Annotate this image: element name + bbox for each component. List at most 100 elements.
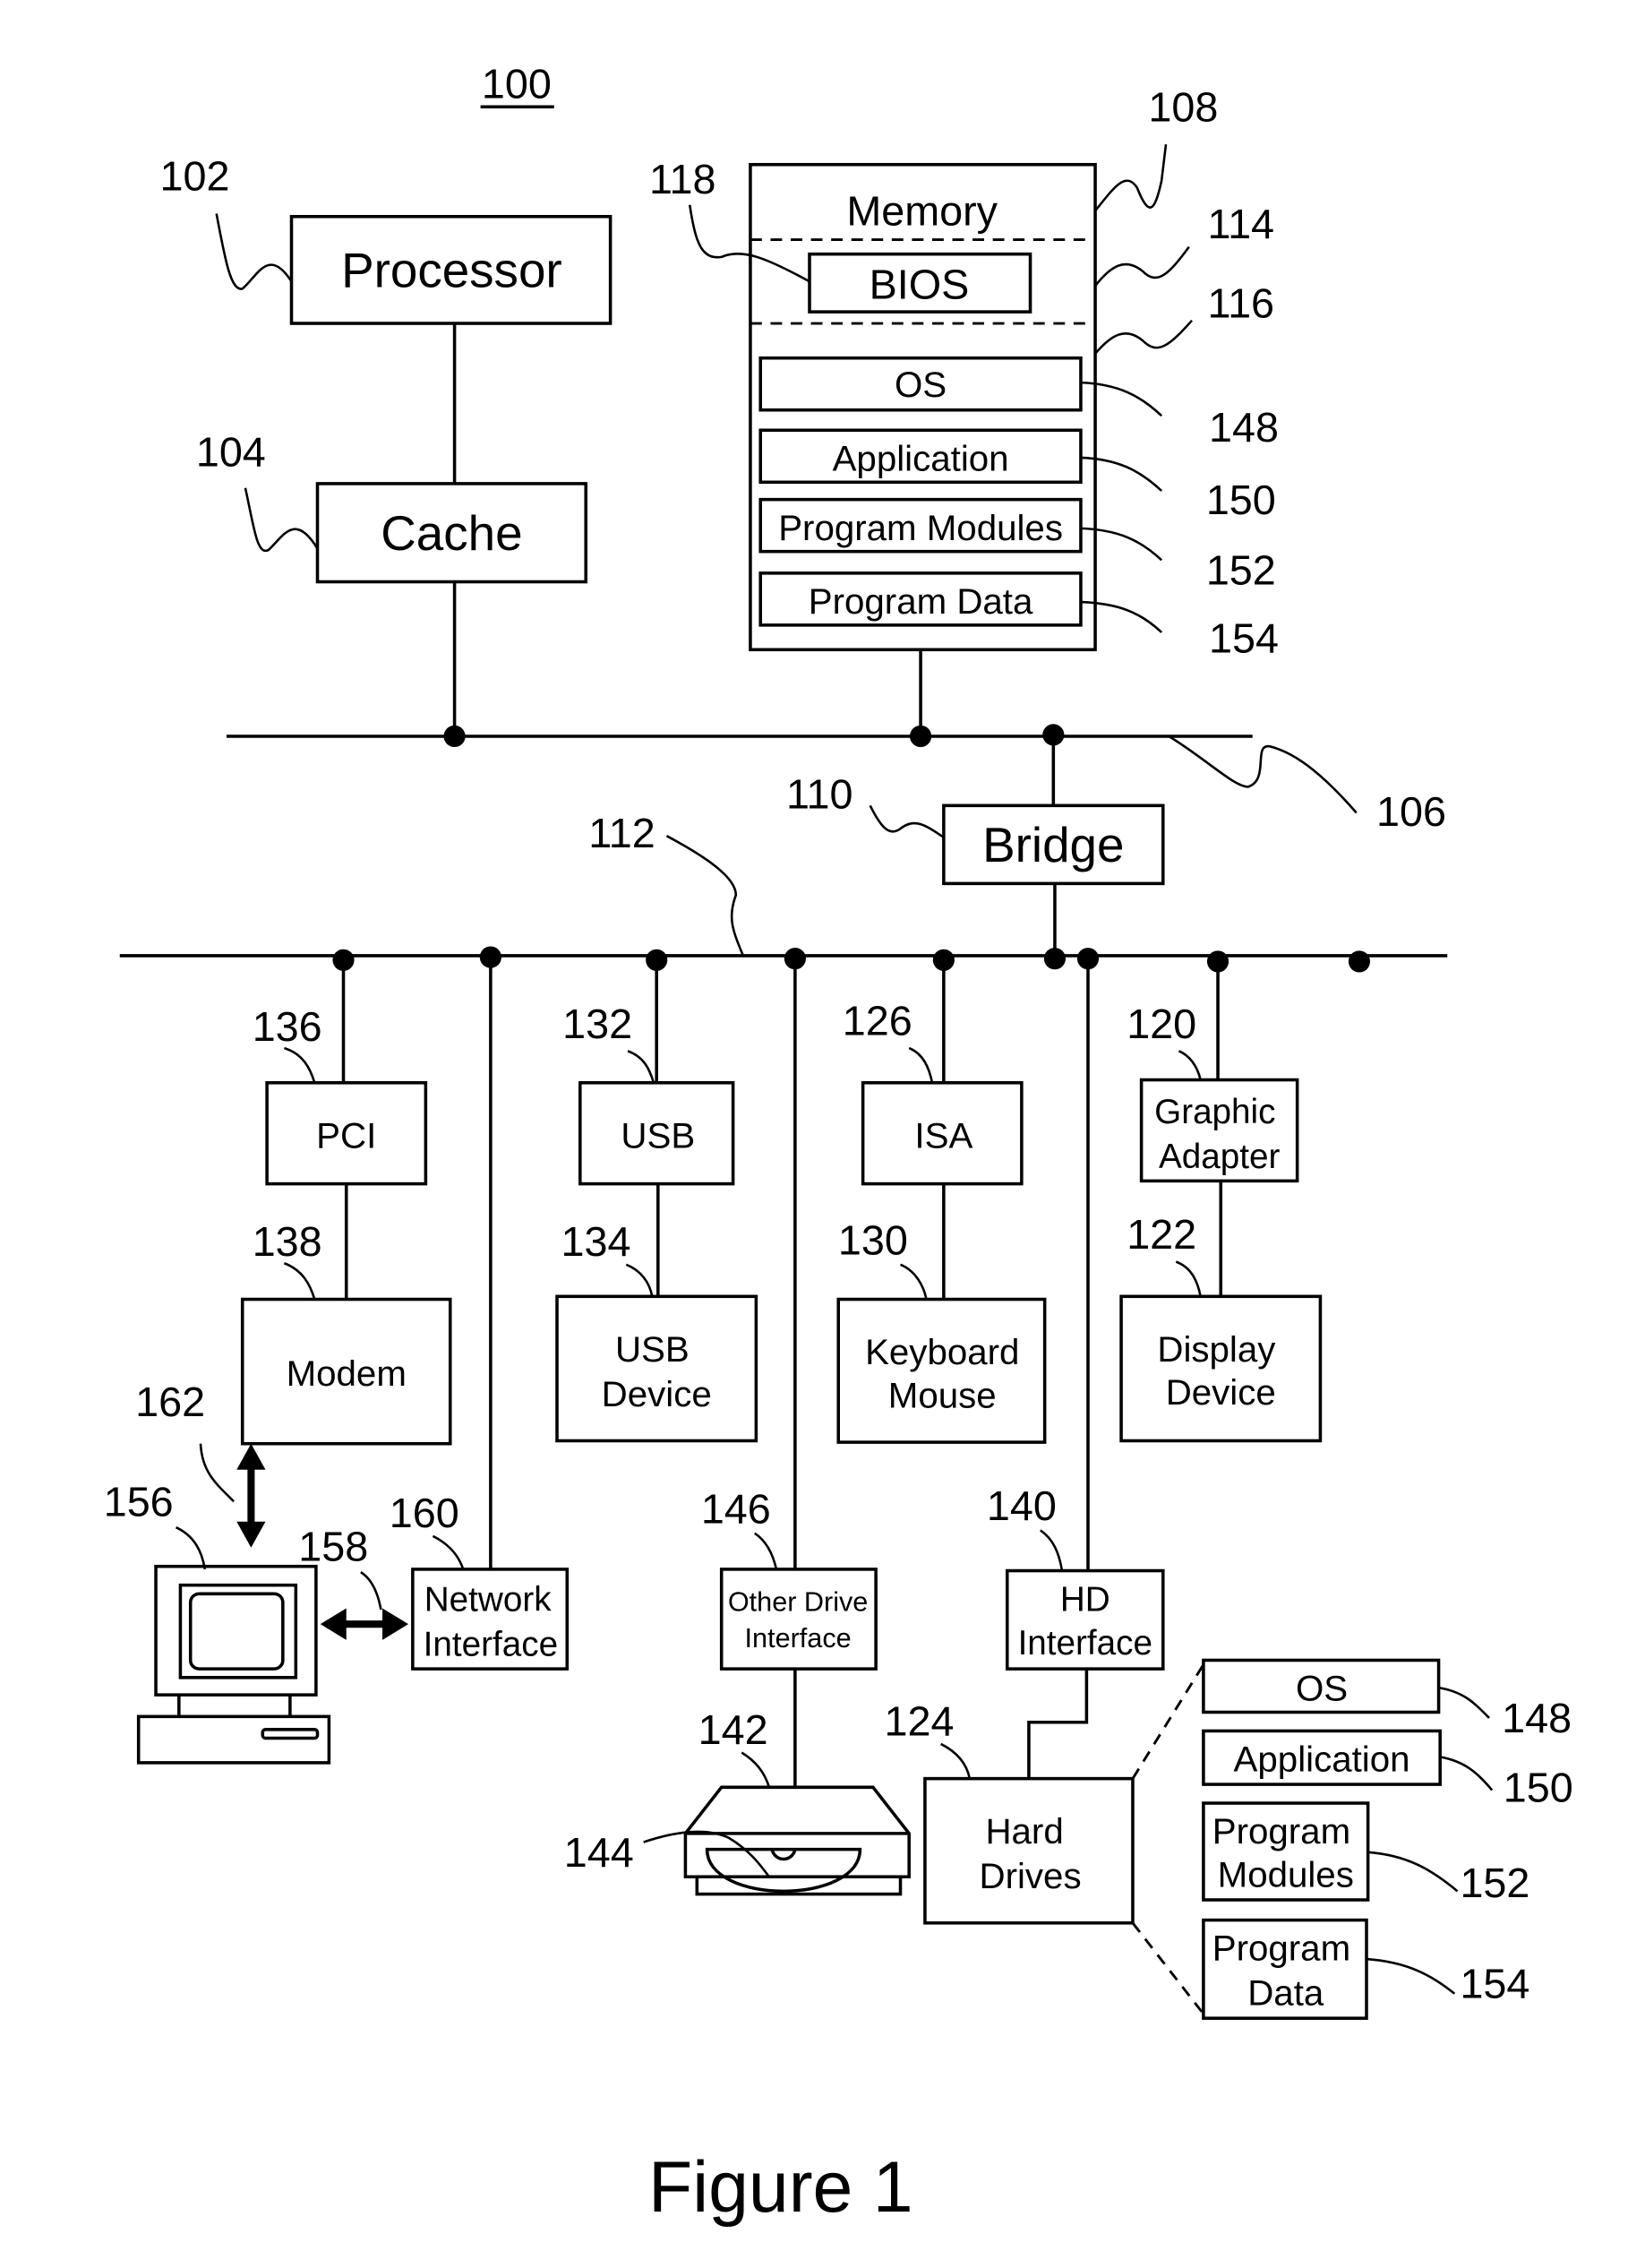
hd-program-modules-ref: 152 bbox=[1460, 1860, 1529, 1906]
memory-leader bbox=[1094, 144, 1168, 212]
other-drive-interface-leader bbox=[754, 1532, 778, 1570]
hd-os-label: OS bbox=[1296, 1669, 1348, 1709]
memory-program-data-ref: 154 bbox=[1209, 614, 1279, 661]
network-interface-ref: 160 bbox=[390, 1490, 459, 1536]
network-interface-label-line2: Interface bbox=[424, 1626, 558, 1664]
cache-leader bbox=[244, 487, 319, 553]
memory-program-data-label: Program Data bbox=[809, 581, 1033, 622]
processor-label: Processor bbox=[341, 243, 562, 298]
remote-computer: 156 bbox=[104, 1478, 331, 1765]
io-bus-node-bridge bbox=[1043, 948, 1067, 970]
network-link-leader bbox=[360, 1571, 382, 1611]
figure-number: 100 bbox=[480, 61, 554, 109]
hd-program-modules-label-line1: Program bbox=[1212, 1811, 1350, 1851]
modem-label: Modem bbox=[287, 1353, 407, 1394]
hard-drives-expand-top bbox=[1131, 1663, 1205, 1780]
display-device-ref: 122 bbox=[1127, 1211, 1196, 1258]
disc-ref: 144 bbox=[564, 1829, 634, 1876]
hard-drives-expand-bottom bbox=[1131, 1921, 1205, 2015]
hd-interface-label-line1: HD bbox=[1060, 1581, 1110, 1619]
hd-item-program-data: Program Data 154 bbox=[1202, 1918, 1529, 2020]
keyboard-mouse-label-line1: Keyboard bbox=[865, 1332, 1019, 1372]
usb-device-label-line1: USB bbox=[615, 1329, 690, 1370]
graphic-adapter-label-line2: Adapter bbox=[1159, 1138, 1281, 1176]
processor-leader bbox=[215, 213, 293, 290]
system-bus-node-cache bbox=[443, 725, 466, 748]
modem-link-leader bbox=[199, 1443, 235, 1503]
drive-ref: 142 bbox=[698, 1706, 768, 1753]
hd-interface-label-line2: Interface bbox=[1018, 1624, 1152, 1662]
processor-ref: 102 bbox=[160, 153, 230, 200]
cache-block: Cache 104 bbox=[196, 429, 588, 584]
other-drive-interface-block: Other Drive Interface 146 bbox=[701, 1485, 878, 1671]
usb-block: USB 132 bbox=[562, 1001, 735, 1186]
isa-block: ISA 126 bbox=[843, 998, 1024, 1186]
figure-caption: Figure 1 bbox=[648, 2147, 913, 2228]
io-bus-leader bbox=[665, 835, 745, 957]
display-device-label-line1: Display bbox=[1157, 1329, 1276, 1370]
other-drive-interface-label-line2: Interface bbox=[745, 1623, 852, 1654]
hd-interface-leader bbox=[1040, 1529, 1064, 1571]
arrow-right-icon bbox=[382, 1608, 409, 1640]
optical-drive: 142 144 bbox=[564, 1706, 911, 1896]
bridge-block: Bridge 110 bbox=[786, 771, 1165, 886]
hd-interface-block: HD Interface 140 bbox=[987, 1482, 1165, 1671]
hd-program-data-ref: 154 bbox=[1460, 1961, 1529, 2007]
display-device-label-line2: Device bbox=[1166, 1372, 1276, 1413]
hd-os-leader bbox=[1438, 1686, 1490, 1719]
hd-application-label: Application bbox=[1234, 1740, 1410, 1780]
keyboard-mouse-leader bbox=[899, 1263, 928, 1300]
bios-label: BIOS bbox=[870, 262, 970, 308]
hard-drives-label-line2: Drives bbox=[980, 1856, 1082, 1896]
keyboard-mouse-block: Keyboard Mouse 130 bbox=[836, 1217, 1047, 1444]
io-bus: 112 bbox=[119, 810, 1448, 973]
pci-block: PCI 136 bbox=[253, 1003, 428, 1186]
graphic-adapter-label-line1: Graphic bbox=[1154, 1093, 1275, 1131]
hd-application-leader bbox=[1439, 1756, 1494, 1791]
usb-ref: 132 bbox=[562, 1001, 632, 1047]
cache-ref: 104 bbox=[196, 429, 266, 476]
arrow-down-icon bbox=[236, 1521, 266, 1548]
bios-ref: 118 bbox=[649, 156, 715, 202]
hard-drives-leader bbox=[940, 1742, 972, 1779]
io-bus-node-spare bbox=[1348, 950, 1371, 973]
hd-item-os: OS 148 bbox=[1202, 1658, 1572, 1741]
isa-leader bbox=[908, 1046, 934, 1084]
pci-ref: 136 bbox=[253, 1003, 322, 1050]
graphic-adapter-ref: 120 bbox=[1127, 1001, 1196, 1047]
computer-screen bbox=[188, 1592, 285, 1671]
graphic-adapter-block: Graphic Adapter 120 bbox=[1127, 1001, 1299, 1183]
cache-label: Cache bbox=[381, 505, 522, 561]
ram-leader bbox=[1094, 319, 1193, 355]
pci-label: PCI bbox=[316, 1115, 376, 1155]
ram-ref: 116 bbox=[1208, 280, 1274, 327]
processor-block: Processor 102 bbox=[160, 153, 613, 325]
pci-leader bbox=[284, 1046, 316, 1084]
hd-item-application: Application 150 bbox=[1202, 1729, 1573, 1810]
rom-ref: 114 bbox=[1208, 201, 1274, 247]
hd-item-program-modules: Program Modules 152 bbox=[1202, 1801, 1529, 1906]
network-interface-block: Network Interface 160 bbox=[390, 1490, 570, 1671]
usb-device-label-line2: Device bbox=[602, 1374, 712, 1414]
keyboard-mouse-label-line2: Mouse bbox=[888, 1375, 997, 1415]
usb-label: USB bbox=[621, 1115, 695, 1155]
hd-program-data-leader bbox=[1366, 1957, 1456, 1995]
hd-program-data-label-line2: Data bbox=[1247, 1973, 1324, 2014]
bridge-label: Bridge bbox=[982, 817, 1124, 872]
memory-program-modules-ref: 152 bbox=[1206, 547, 1276, 594]
remote-computer-leader bbox=[176, 1526, 207, 1570]
other-drive-interface-box bbox=[719, 1568, 878, 1671]
memory-ref: 108 bbox=[1148, 83, 1218, 130]
hd-interface-ref: 140 bbox=[987, 1482, 1057, 1529]
figure-number-label: 100 bbox=[482, 61, 552, 107]
hard-drives-ref: 124 bbox=[884, 1697, 954, 1744]
computer-system-diagram: 100 Processor 102 Cache 104 Memory BIOS … bbox=[104, 61, 1573, 2229]
network-interface-label-line1: Network bbox=[424, 1581, 552, 1619]
network-interface-leader bbox=[432, 1534, 465, 1570]
isa-label: ISA bbox=[914, 1115, 972, 1155]
arrow-up-icon bbox=[236, 1443, 266, 1470]
memory-block: Memory BIOS 118 108 114 116 OS 148 Appli… bbox=[649, 83, 1279, 661]
usb-device-ref: 134 bbox=[561, 1218, 631, 1265]
system-bus-ref: 106 bbox=[1376, 788, 1446, 835]
memory-program-modules-label: Program Modules bbox=[778, 508, 1063, 548]
